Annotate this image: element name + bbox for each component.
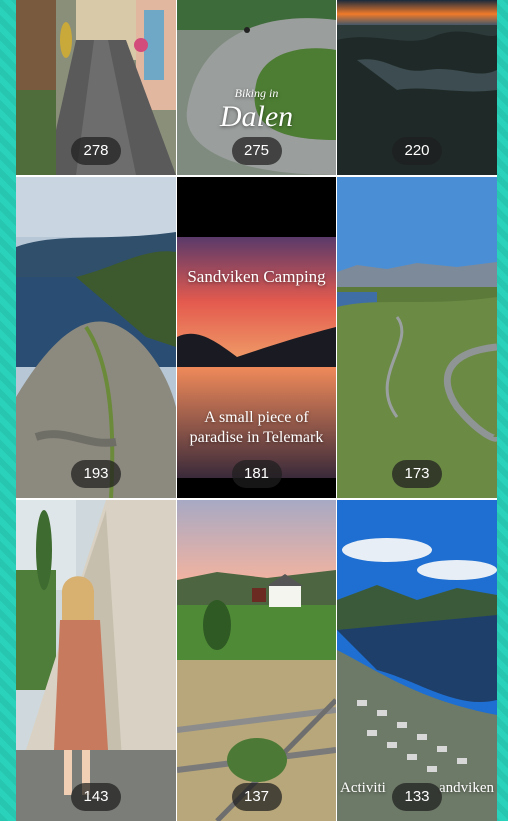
- cliff-lake-thumbnail: [16, 177, 176, 498]
- caption-right: andviken: [439, 780, 494, 796]
- reel-tile-street[interactable]: 278: [16, 0, 176, 175]
- mountain-road-thumbnail: [337, 177, 497, 498]
- reel-tile-mountain-road[interactable]: 173: [337, 177, 497, 498]
- reel-tile-cliff-lake[interactable]: 193: [16, 177, 176, 498]
- caption-title: Sandviken Camping: [187, 267, 326, 286]
- view-count-badge: 137: [231, 783, 282, 811]
- view-count-badge: 193: [71, 460, 121, 488]
- view-count-badge: 173: [392, 460, 442, 488]
- tent-thumbnail: [16, 500, 176, 821]
- reel-tile-sunset[interactable]: 220: [337, 0, 497, 175]
- reels-grid: 278 Biking in Dalen 275 220 193 Sandvike…: [16, 0, 497, 821]
- reels-grid-frame: 278 Biking in Dalen 275 220 193 Sandvike…: [16, 0, 497, 821]
- view-count-badge: 220: [392, 137, 442, 165]
- farm-house-thumbnail: [177, 500, 336, 821]
- caption-left: Activiti: [340, 780, 386, 796]
- caption-small: Biking in: [234, 86, 279, 100]
- lake-sunset-thumbnail: [177, 177, 336, 498]
- reel-tile-sandviken-camping[interactable]: Sandviken Camping A small piece of parad…: [177, 177, 336, 498]
- reel-tile-biking-dalen[interactable]: Biking in Dalen 275: [177, 0, 336, 175]
- reel-tile-girl-tent[interactable]: 143: [16, 500, 176, 821]
- reel-tile-farm-house[interactable]: 137: [177, 500, 336, 821]
- view-count-badge: 181: [231, 460, 282, 488]
- caption-line-2: paradise in Telemark: [189, 429, 324, 446]
- view-count-badge: 278: [71, 137, 121, 165]
- campsite-aerial-thumbnail: [337, 500, 497, 821]
- view-count-badge: 133: [392, 783, 442, 811]
- view-count-badge: 143: [71, 783, 121, 811]
- caption-large: Dalen: [219, 100, 294, 133]
- caption-line-1: A small piece of: [204, 409, 309, 426]
- view-count-badge: 275: [231, 137, 282, 165]
- reel-tile-activities-sandviken[interactable]: Activiti andviken 133: [337, 500, 497, 821]
